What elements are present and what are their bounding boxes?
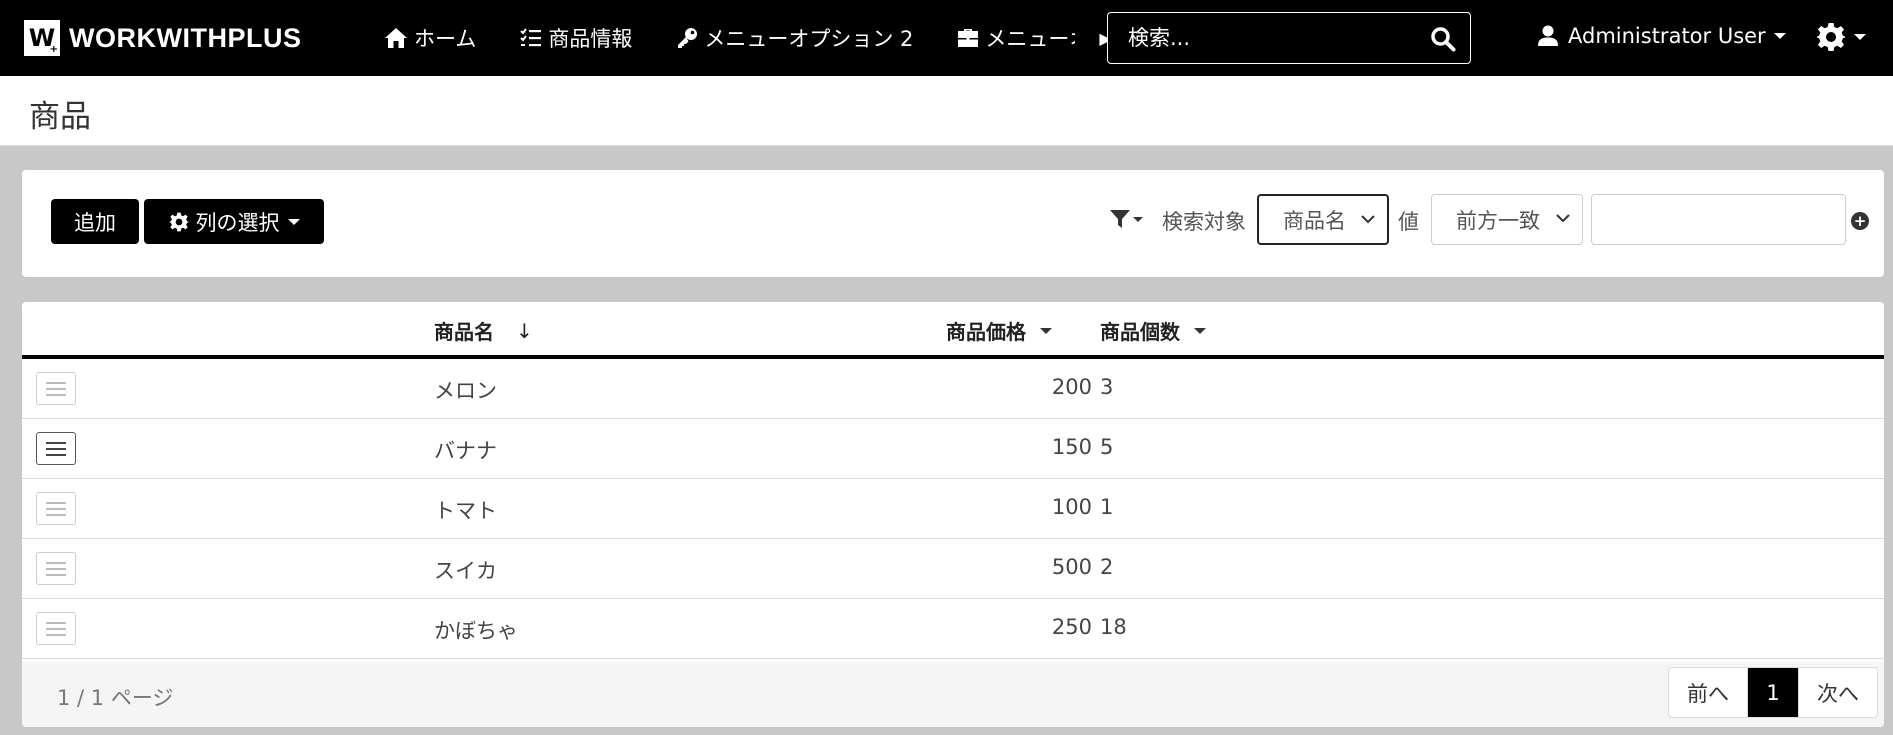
sort-desc-icon: ↓ xyxy=(516,318,533,343)
cell-price: 500 xyxy=(1051,555,1092,579)
nav-item-label: メニューオプション 2 xyxy=(704,27,914,51)
table-row: メロン 200 3 xyxy=(22,359,1884,419)
briefcase-icon xyxy=(958,29,979,47)
user-name: Administrator User xyxy=(1568,24,1766,48)
gear-icon xyxy=(1817,23,1845,51)
chevron-down-icon xyxy=(1040,327,1052,334)
brand-name: WORKWITHPLUS xyxy=(69,22,302,53)
next-page-button[interactable]: 次へ xyxy=(1798,668,1877,717)
operator-select[interactable]: 前方一致 xyxy=(1431,194,1583,245)
row-actions-button[interactable] xyxy=(36,492,76,525)
cell-qty: 3 xyxy=(1100,375,1114,399)
page-title: 商品 xyxy=(29,99,91,135)
table-row: バナナ 150 5 xyxy=(22,419,1884,479)
row-actions-button[interactable] xyxy=(36,552,76,585)
page-info: 1 / 1 ページ xyxy=(57,686,174,710)
column-header-label: 商品価格 xyxy=(946,320,1026,344)
grid-toolbar: 追加 列の選択 検索対象 商品名 値 前方一致 + xyxy=(22,170,1884,277)
grid-header: 商品名 ↓ 商品価格 商品個数 xyxy=(22,302,1884,359)
home-icon xyxy=(385,28,407,48)
column-header-qty[interactable]: 商品個数 xyxy=(1100,316,1206,345)
cell-qty: 5 xyxy=(1100,435,1114,459)
cell-name: メロン xyxy=(434,379,497,403)
nav-item-home[interactable]: ホーム xyxy=(384,23,476,53)
settings-menu[interactable] xyxy=(1816,22,1866,52)
add-filter-icon[interactable]: + xyxy=(1851,212,1869,230)
cell-name: バナナ xyxy=(434,439,497,463)
brand-logo-icon: W + xyxy=(24,20,60,56)
filter-toggle[interactable] xyxy=(1109,208,1143,230)
user-icon xyxy=(1538,25,1558,46)
top-navbar: W + WORKWITHPLUS ホーム 商品情報 メニューオプション 2 メニ… xyxy=(0,0,1893,76)
search-field-value: 商品名 xyxy=(1283,208,1346,233)
nav-item-menu-option-3[interactable]: メニューオプション 3 xyxy=(957,23,1097,53)
column-header-price[interactable]: 商品価格 xyxy=(946,316,1052,345)
cell-price: 150 xyxy=(1051,435,1092,459)
table-row: トマト 100 1 xyxy=(22,479,1884,539)
column-header-label: 商品名 xyxy=(434,320,494,344)
add-button[interactable]: 追加 xyxy=(51,199,139,244)
cell-name: トマト xyxy=(434,499,497,523)
hamburger-icon xyxy=(46,381,66,396)
chevron-down-icon xyxy=(1556,214,1570,223)
hamburger-icon xyxy=(46,441,66,456)
grid-footer: 1 / 1 ページ 前へ 1 次へ xyxy=(22,662,1884,727)
page-header: 商品 xyxy=(0,76,1893,146)
value-label: 値 xyxy=(1398,210,1419,234)
gear-icon xyxy=(169,212,188,231)
pagination: 前へ 1 次へ xyxy=(1668,667,1878,718)
chevron-down-icon xyxy=(1194,327,1206,334)
cell-qty: 1 xyxy=(1100,495,1114,519)
row-actions-button[interactable] xyxy=(36,612,76,645)
brand[interactable]: W + WORKWITHPLUS xyxy=(24,20,384,56)
table-row: かぼちゃ 250 18 xyxy=(22,599,1884,659)
hamburger-icon xyxy=(46,501,66,516)
nav-item-menu-option-2[interactable]: メニューオプション 2 xyxy=(676,23,913,53)
logo-plus-icon: + xyxy=(49,44,58,55)
nav-item-products[interactable]: 商品情報 xyxy=(520,23,632,53)
cell-name: かぼちゃ xyxy=(434,619,518,643)
global-search-input[interactable] xyxy=(1108,26,1408,50)
cell-qty: 18 xyxy=(1100,615,1127,639)
nav-item-label: メニューオプション 3 xyxy=(985,27,1075,51)
key-icon xyxy=(678,28,698,48)
chevron-down-icon xyxy=(287,218,300,225)
table-row: スイカ 500 2 xyxy=(22,539,1884,599)
select-columns-button[interactable]: 列の選択 xyxy=(144,199,324,244)
chevron-down-icon xyxy=(1773,33,1786,39)
chevron-down-icon xyxy=(1854,34,1866,40)
list-check-icon xyxy=(520,28,542,47)
page-number-button[interactable]: 1 xyxy=(1748,668,1798,717)
user-menu[interactable]: Administrator User xyxy=(1538,24,1786,48)
main-nav: ホーム 商品情報 メニューオプション 2 メニューオプション 3 ▶ xyxy=(384,0,1112,76)
column-header-name[interactable]: 商品名 ↓ xyxy=(434,316,533,345)
cell-qty: 2 xyxy=(1100,555,1114,579)
chevron-down-icon xyxy=(1361,215,1375,224)
filter-icon xyxy=(1110,210,1130,228)
search-field-select[interactable]: 商品名 xyxy=(1257,194,1389,245)
filter-value-input[interactable] xyxy=(1591,194,1846,245)
global-search xyxy=(1107,12,1471,64)
nav-item-label: 商品情報 xyxy=(548,27,633,51)
operator-value: 前方一致 xyxy=(1456,208,1540,233)
column-header-label: 商品個数 xyxy=(1100,320,1180,344)
hamburger-icon xyxy=(46,561,66,576)
row-actions-button[interactable] xyxy=(36,372,76,405)
row-actions-button[interactable] xyxy=(36,432,76,465)
prev-page-button[interactable]: 前へ xyxy=(1669,668,1748,717)
products-grid: 商品名 ↓ 商品価格 商品個数 メロン 200 3 バナナ 150 5 トマト xyxy=(22,302,1884,727)
cell-price: 100 xyxy=(1051,495,1092,519)
cell-price: 250 xyxy=(1051,615,1092,639)
chevron-down-icon xyxy=(1133,216,1143,222)
search-target-label: 検索対象 xyxy=(1162,210,1246,234)
cell-price: 200 xyxy=(1051,375,1092,399)
cell-name: スイカ xyxy=(434,559,497,583)
nav-item-label: ホーム xyxy=(414,27,477,51)
hamburger-icon xyxy=(46,621,66,636)
select-columns-label: 列の選択 xyxy=(195,210,280,235)
search-icon[interactable] xyxy=(1430,26,1456,52)
